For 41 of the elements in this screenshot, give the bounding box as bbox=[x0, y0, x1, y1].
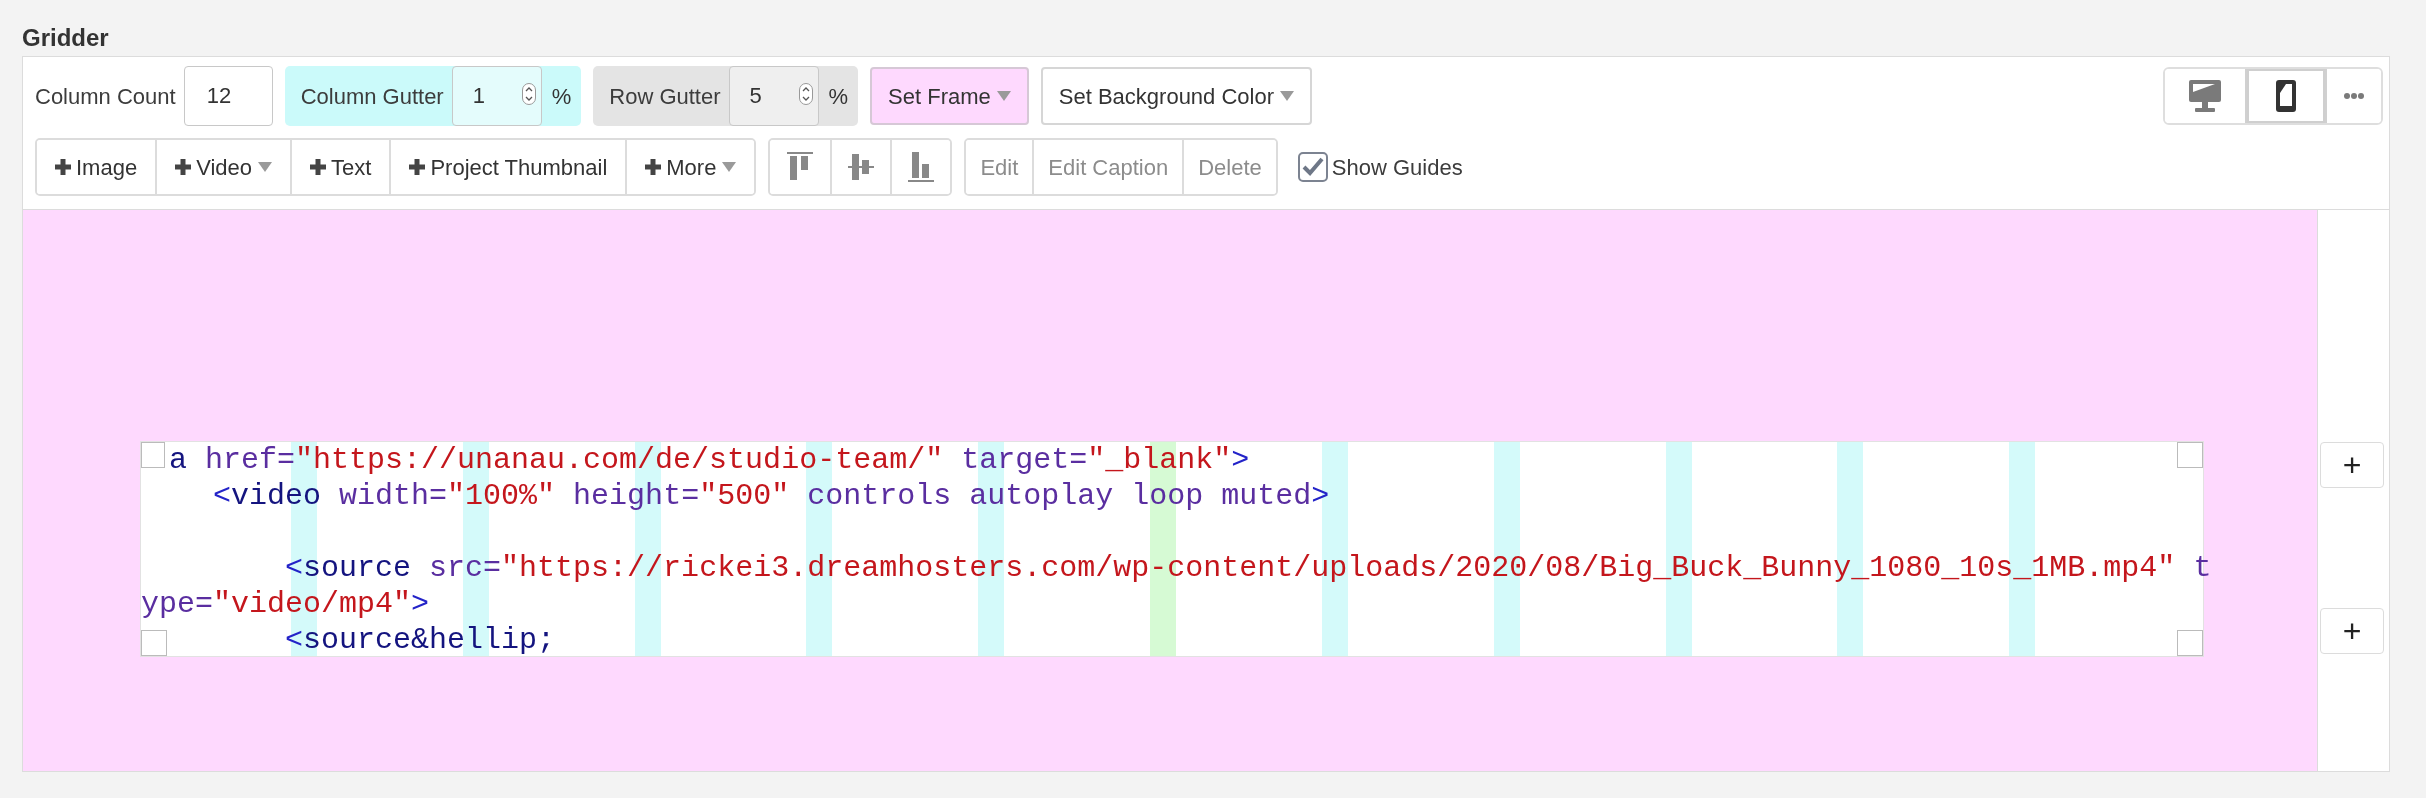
field-label: Row Gutter bbox=[609, 82, 721, 111]
corner-checkbox[interactable] bbox=[141, 630, 167, 656]
checkbox-label: Show Guides bbox=[1331, 153, 1463, 182]
corner-checkbox[interactable] bbox=[2177, 630, 2203, 656]
set-frame-button[interactable]: Set Frame bbox=[870, 67, 1029, 125]
set-background-color-button[interactable]: Set Background Color bbox=[1040, 67, 1313, 125]
ellipsis-icon bbox=[2343, 92, 2365, 100]
field-label: Column Gutter bbox=[300, 82, 444, 111]
plus-icon bbox=[175, 159, 192, 175]
code-line: ype="video/mp4"> bbox=[141, 586, 430, 622]
caret-icon bbox=[1280, 91, 1295, 101]
phone-icon bbox=[2275, 79, 2297, 113]
code-line: <source&hellip; bbox=[285, 622, 556, 658]
code-line: <video width="100%" height="500" controls autoplay loop muted> bbox=[213, 478, 1330, 514]
corner-checkbox[interactable] bbox=[141, 442, 165, 468]
add-row-button[interactable]: + bbox=[2320, 442, 2384, 488]
number-field[interactable]: 1 bbox=[451, 66, 542, 126]
unit-label: % bbox=[827, 82, 850, 111]
plus-icon bbox=[310, 159, 327, 175]
add-row-button[interactable]: + bbox=[2320, 608, 2384, 654]
section-title: Gridder bbox=[22, 23, 110, 53]
code-line: <source src="https://rickei3.dreamhosters.com/wp-content/uploads/2020/08/Big_Buck_Bunny_1080_10s_1MB.mp4" t bbox=[285, 550, 2212, 586]
unit-label: % bbox=[550, 82, 573, 111]
field-label: Column Count bbox=[35, 82, 176, 111]
add-button[interactable]: More bbox=[625, 140, 755, 194]
code-line: a href="https://unanau.com/de/studio-team/" target="_blank"> bbox=[169, 442, 1250, 478]
corner-checkbox[interactable] bbox=[2177, 442, 2203, 468]
column-count-field[interactable]: 12 bbox=[183, 66, 273, 126]
align-top-icon bbox=[786, 151, 815, 183]
align-button[interactable] bbox=[890, 140, 951, 194]
caret-icon bbox=[996, 91, 1011, 101]
plus-icon bbox=[645, 159, 662, 175]
monitor-icon bbox=[2188, 79, 2222, 113]
view-button[interactable] bbox=[2245, 69, 2325, 123]
align-bottom-icon bbox=[907, 151, 936, 183]
more-button[interactable] bbox=[2325, 69, 2381, 123]
plus-icon bbox=[409, 159, 426, 175]
number-field[interactable]: 5 bbox=[728, 66, 819, 126]
plus-icon bbox=[55, 159, 71, 175]
checkbox[interactable] bbox=[1297, 152, 1328, 182]
align-middle-icon bbox=[847, 151, 876, 183]
